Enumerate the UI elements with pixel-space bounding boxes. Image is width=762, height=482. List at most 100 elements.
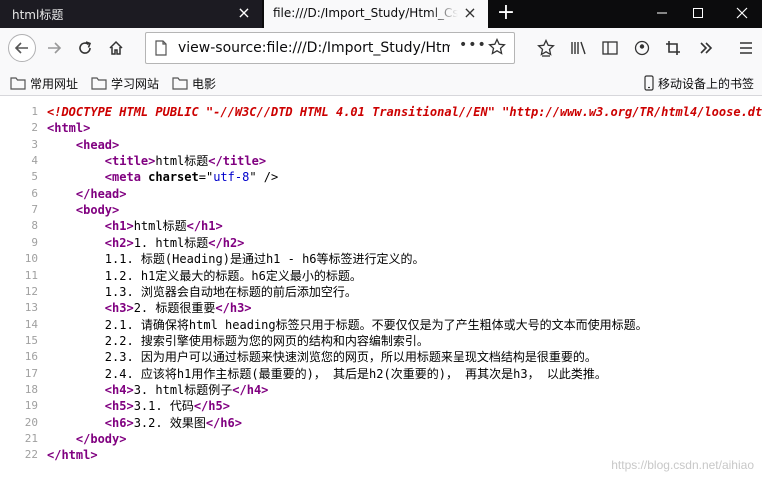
bookmark-folder-movies[interactable]: 电影 xyxy=(172,74,216,92)
line-number: 20 xyxy=(24,415,38,429)
url-text[interactable]: view-source:file:///D:/Import_Study/Html… xyxy=(178,40,450,56)
code-token-text: 2.4. 应该将h1用作主标题(最重要的)， 其后是h2(次重要的)， 再其次是… xyxy=(104,366,607,381)
star-icon[interactable] xyxy=(488,37,506,60)
code-token-tag: </h2> xyxy=(208,235,245,250)
forward-arrow-icon[interactable] xyxy=(42,36,66,60)
source-code: 1.2. h1定义最大的标题。h6定义最小的标题。 xyxy=(47,268,362,284)
crop-icon[interactable] xyxy=(661,36,685,60)
code-token-text: 1.3. 浏览器会自动地在标题的前后添加空行。 xyxy=(104,284,357,299)
line-number: 22 xyxy=(24,448,38,462)
line-number: 19 xyxy=(24,399,38,413)
home-icon[interactable] xyxy=(104,36,128,60)
line-number: 16 xyxy=(24,350,38,364)
code-token-tag: </h3> xyxy=(215,301,252,316)
close-window-icon[interactable] xyxy=(722,0,762,28)
source-code: <title>html标题</title> xyxy=(47,153,266,169)
line-number: 3 xyxy=(31,137,38,151)
line-number: 14 xyxy=(24,317,38,331)
ellipsis-icon[interactable]: ••• xyxy=(459,37,487,53)
tab-title: file:///D:/Import_Study/Html_Css xyxy=(273,6,458,20)
source-code: 2.3. 因为用户可以通过标题来快速浏览您的网页，所以用标题来呈现文档结构是很重… xyxy=(47,349,597,365)
code-token-text: 1.2. h1定义最大的标题。h6定义最小的标题。 xyxy=(104,268,362,283)
tab-view-source[interactable]: file:///D:/Import_Study/Html_Css × xyxy=(264,0,488,28)
source-code: <body> xyxy=(47,202,119,218)
bookmark-label: 学习网站 xyxy=(111,76,160,91)
code-token-tag: <h3> xyxy=(104,301,134,316)
source-line: 5 <meta charset="utf-8" /> xyxy=(0,169,762,185)
source-line: 19 <h5>3.1. 代码</h5> xyxy=(0,398,762,414)
code-token-doctype[interactable]: <!DOCTYPE HTML PUBLIC "-//W3C//DTD HTML … xyxy=(47,105,762,119)
code-token-text: 3.1. 代码 xyxy=(133,399,194,414)
source-code: 2.4. 应该将h1用作主标题(最重要的)， 其后是h2(次重要的)， 再其次是… xyxy=(47,366,607,382)
source-code: <head> xyxy=(47,137,119,153)
close-icon[interactable]: × xyxy=(462,4,478,22)
page-icon[interactable] xyxy=(154,40,168,60)
source-line: 18 <h4>3. html标题例子</h4> xyxy=(0,382,762,398)
tab-html-title[interactable]: html标题 × xyxy=(0,0,262,28)
source-line: 7 <body> xyxy=(0,202,762,218)
reload-icon[interactable] xyxy=(73,36,97,60)
line-number: 10 xyxy=(24,252,38,266)
star-icon[interactable] xyxy=(534,36,558,60)
source-code: <h5>3.1. 代码</h5> xyxy=(47,398,230,414)
line-number: 18 xyxy=(24,382,38,396)
code-token-text: 2. 标题很重要 xyxy=(133,301,216,316)
source-line: 2 <html> xyxy=(0,120,762,136)
code-token-tag: </body> xyxy=(75,432,127,446)
code-token-tag: <body> xyxy=(75,203,120,218)
mobile-bookmarks[interactable]: 移动设备上的书签 xyxy=(644,74,754,92)
tab-title: html标题 xyxy=(12,8,64,22)
bookmark-folder-common[interactable]: 常用网址 xyxy=(10,74,78,92)
account-icon[interactable] xyxy=(630,36,654,60)
code-token-text: html标题 xyxy=(155,154,209,169)
minimize-icon[interactable] xyxy=(642,0,682,28)
close-icon[interactable]: × xyxy=(236,4,252,22)
url-bar[interactable]: view-source:file:///D:/Import_Study/Html… xyxy=(145,32,515,64)
bookmark-folder-study[interactable]: 学习网站 xyxy=(91,74,159,92)
line-number: 2 xyxy=(31,121,38,135)
library-icon[interactable] xyxy=(567,36,591,60)
code-token-tag: <h5> xyxy=(104,399,134,414)
line-number: 17 xyxy=(24,366,38,380)
code-token-text: 2.1. 请确保将html heading标签只用于标题。不要仅仅是为了产生粗体… xyxy=(104,317,648,332)
source-line: 8 <h1>html标题</h1> xyxy=(0,218,762,234)
back-arrow-icon[interactable] xyxy=(8,34,36,62)
line-number: 9 xyxy=(31,235,38,249)
code-token-text: 2.3. 因为用户可以通过标题来快速浏览您的网页，所以用标题来呈现文档结构是很重… xyxy=(104,350,597,365)
folder-icon xyxy=(10,77,26,90)
source-line: 12 1.3. 浏览器会自动地在标题的前后添加空行。 xyxy=(0,284,762,300)
sidebar-icon[interactable] xyxy=(598,36,622,60)
line-number: 5 xyxy=(31,170,38,184)
source-code: </body> xyxy=(47,431,127,447)
source-code: </html> xyxy=(47,447,98,463)
hamburger-icon[interactable] xyxy=(734,36,758,60)
code-token-tag: <head> xyxy=(75,137,120,152)
source-line: 14 2.1. 请确保将html heading标签只用于标题。不要仅仅是为了产… xyxy=(0,317,762,333)
code-token-tag: </title> xyxy=(208,154,267,169)
code-token-text: html标题 xyxy=(133,219,187,234)
double-chevron-icon[interactable] xyxy=(694,36,718,60)
line-number: 4 xyxy=(31,154,38,168)
line-number: 12 xyxy=(24,284,38,298)
source-line: 10 1.1. 标题(Heading)是通过h1 - h6等标签进行定义的。 xyxy=(0,251,762,267)
line-number: 11 xyxy=(24,268,38,282)
source-code: <h3>2. 标题很重要</h3> xyxy=(47,300,252,316)
line-number: 15 xyxy=(24,333,38,347)
maximize-icon[interactable] xyxy=(678,0,718,28)
bookmark-label: 常用网址 xyxy=(30,76,79,91)
code-token-tag: <html> xyxy=(47,121,91,136)
source-code: <meta charset="utf-8" /> xyxy=(47,169,278,185)
code-token-text: " /> xyxy=(249,170,279,185)
plus-icon[interactable]: + xyxy=(494,0,518,28)
code-token-tag: <meta xyxy=(104,170,149,185)
